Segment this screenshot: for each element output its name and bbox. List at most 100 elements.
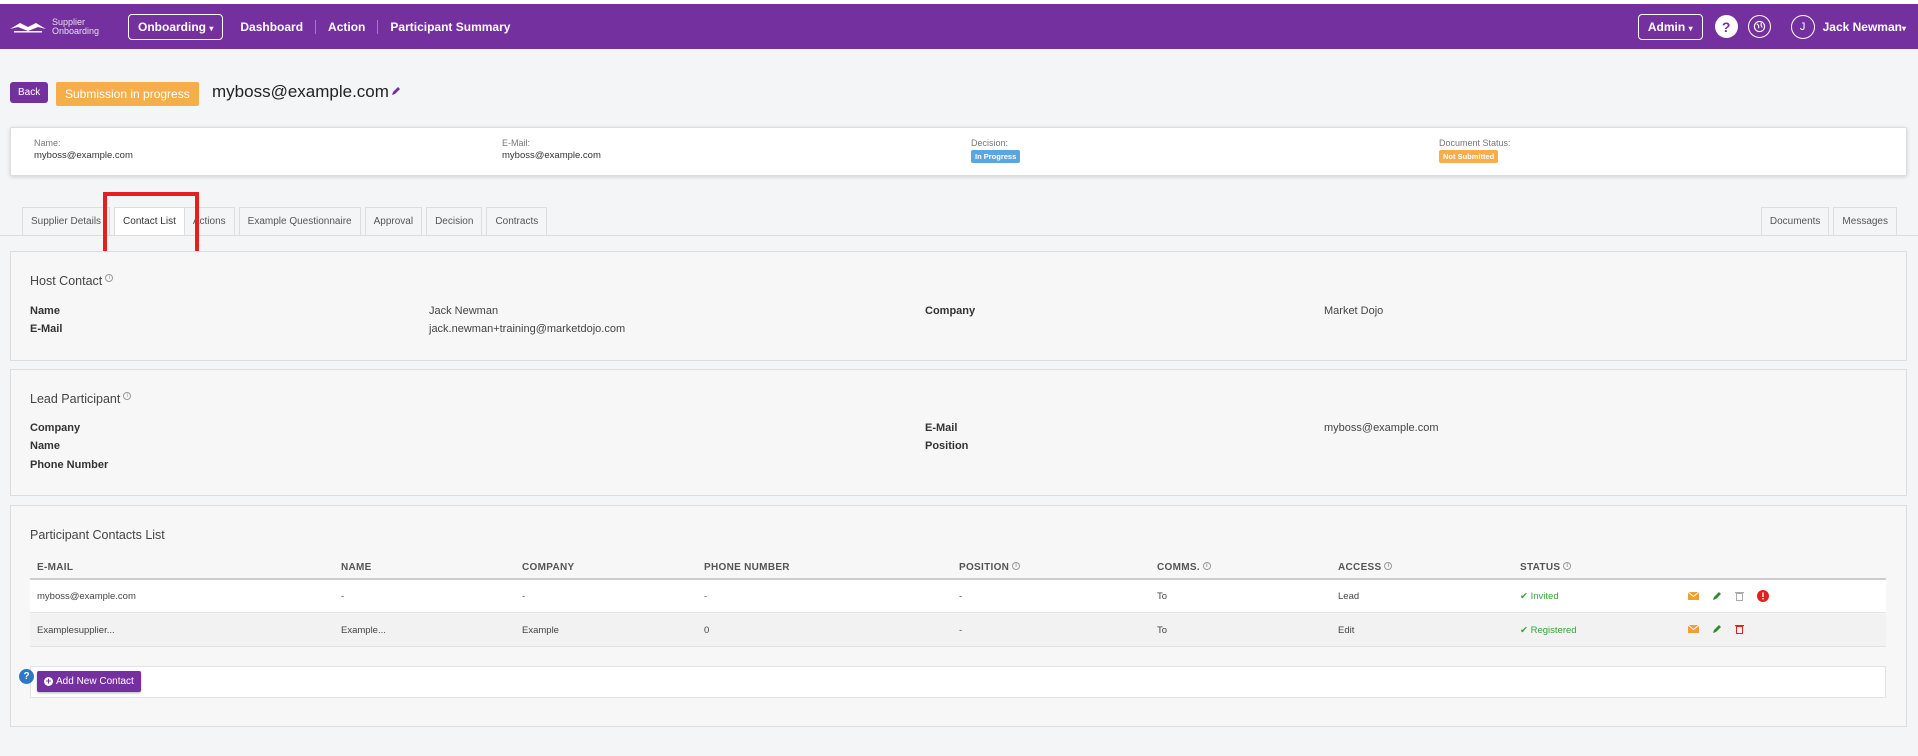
host-contact-title-text: Host Contact [30, 274, 103, 288]
column-phone: PHONE NUMBER [704, 562, 790, 573]
cell-email: Examplesupplier... [37, 625, 115, 636]
lead-participant-title: Lead Participant i [30, 392, 132, 406]
host-name-value: Jack Newman [429, 305, 499, 317]
tab-documents[interactable]: Documents [1760, 207, 1830, 235]
add-new-contact-button[interactable]: + Add New Contact [37, 671, 141, 692]
host-email-label: E-Mail [30, 323, 63, 335]
add-new-contact-label: Add New Contact [56, 676, 134, 687]
lead-participant-panel: Lead Participant i Company Name Phone Num… [10, 369, 1907, 496]
host-company-value: Market Dojo [1324, 305, 1384, 317]
back-button[interactable]: Back [10, 82, 49, 103]
document-status-badge: Not Submitted [1439, 150, 1499, 163]
tab-contracts[interactable]: Contracts [486, 207, 548, 235]
column-comms-label: COMMS. [1157, 562, 1200, 573]
lead-name-label: Name [30, 440, 60, 452]
plus-circle-icon: + [44, 676, 53, 686]
cell-name: - [341, 591, 345, 602]
cell-email: myboss@example.com [37, 591, 136, 602]
tab-decision[interactable]: Decision [426, 207, 483, 235]
cell-status: ✔ Invited [1520, 591, 1559, 602]
cell-access: Lead [1338, 591, 1360, 602]
cell-phone: 0 [704, 625, 710, 636]
alert-icon[interactable] [1757, 590, 1769, 602]
column-access-label: ACCESS [1338, 562, 1382, 573]
info-icon[interactable]: i [1012, 562, 1021, 570]
admin-dropdown-label: Admin [1647, 19, 1686, 34]
column-access: ACCESS i [1338, 562, 1393, 573]
summary-email-label: E-Mail: [502, 138, 531, 148]
host-company-label: Company [925, 305, 976, 317]
top-navbar: Supplier Onboarding Onboarding ▾ Dashboa… [0, 4, 1918, 49]
lead-participant-title-text: Lead Participant [30, 392, 121, 406]
help-icon[interactable]: ? [1714, 15, 1738, 38]
lead-phone-label: Phone Number [30, 459, 109, 471]
user-menu[interactable]: Jack Newman▾ [1823, 20, 1906, 34]
envelope-icon[interactable] [1688, 625, 1699, 633]
globe-icon[interactable] [1747, 15, 1771, 38]
user-name: Jack Newman [1822, 19, 1902, 34]
trash-icon[interactable] [1735, 624, 1744, 634]
summary-name-value: myboss@example.com [34, 150, 133, 161]
cell-access: Edit [1338, 625, 1355, 636]
row-actions [1688, 624, 1757, 634]
admin-dropdown[interactable]: Admin ▾ [1637, 13, 1703, 40]
info-icon[interactable]: i [1202, 562, 1211, 570]
cell-status-text: Invited [1530, 591, 1559, 602]
cell-company: - [522, 591, 526, 602]
trash-icon[interactable] [1735, 591, 1744, 601]
info-icon[interactable]: i [105, 274, 114, 282]
nav-participant-summary[interactable]: Participant Summary [377, 19, 522, 34]
pencil-icon[interactable] [391, 86, 401, 96]
add-contact-row: + Add New Contact [30, 666, 1886, 698]
table-row: Examplesupplier... Example... Example 0 … [30, 614, 1886, 647]
edit-icon[interactable] [1712, 624, 1722, 634]
tab-bar: Supplier Details Contact List Actions Ex… [22, 207, 551, 235]
cell-comms: To [1157, 591, 1168, 602]
participant-contacts-panel: Participant Contacts List E-MAIL NAME CO… [10, 505, 1907, 727]
module-dropdown-label: Onboarding [138, 19, 206, 34]
logo-icon [10, 22, 46, 32]
page-title: myboss@example.com [212, 82, 389, 101]
lead-email-label: E-Mail [925, 422, 958, 434]
summary-email-value: myboss@example.com [502, 150, 601, 161]
summary-document-label: Document Status: [1439, 138, 1511, 148]
summary-decision-label: Decision: [971, 138, 1009, 148]
edit-icon[interactable] [1712, 591, 1722, 601]
nav-action[interactable]: Action [315, 19, 377, 34]
cell-position: - [959, 625, 963, 636]
lead-email-value: myboss@example.com [1324, 422, 1439, 434]
info-icon[interactable]: i [1563, 562, 1572, 570]
column-company: COMPANY [522, 562, 575, 573]
module-dropdown[interactable]: Onboarding ▾ [128, 13, 224, 40]
nav-dashboard[interactable]: Dashboard [228, 20, 315, 34]
question-icon[interactable]: ? [19, 669, 34, 684]
tab-example-questionnaire[interactable]: Example Questionnaire [238, 207, 361, 235]
logo-text-line2: Onboarding [52, 25, 100, 36]
participant-contacts-title: Participant Contacts List [30, 528, 165, 542]
envelope-icon[interactable] [1688, 592, 1699, 600]
summary-name: Name: myboss@example.com [34, 138, 133, 161]
cell-phone: - [704, 591, 708, 602]
tab-messages[interactable]: Messages [1833, 207, 1897, 235]
cell-company: Example [522, 625, 559, 636]
host-contact-panel: Host Contact i Name Jack Newman Company M… [10, 251, 1907, 361]
summary-card: Name: myboss@example.com E-Mail: myboss@… [10, 127, 1907, 176]
tab-supplier-details[interactable]: Supplier Details [22, 207, 111, 235]
lead-company-label: Company [30, 422, 81, 434]
tab-approval[interactable]: Approval [364, 207, 423, 235]
decision-badge: In Progress [971, 150, 1021, 163]
summary-name-label: Name: [34, 138, 61, 148]
column-status: STATUS i [1520, 562, 1572, 573]
column-position-label: POSITION [959, 562, 1010, 573]
cell-name: Example... [341, 625, 386, 636]
info-icon[interactable]: i [123, 392, 132, 400]
column-email: E-MAIL [37, 562, 74, 573]
tab-bar-right: Documents Messages [1760, 207, 1897, 235]
check-icon: ✔ [1520, 591, 1528, 602]
info-icon[interactable]: i [1384, 562, 1393, 570]
host-contact-title: Host Contact i [30, 274, 114, 288]
avatar[interactable]: J [1790, 14, 1815, 39]
column-status-label: STATUS [1520, 562, 1561, 573]
app-logo[interactable]: Supplier Onboarding [8, 17, 108, 37]
cell-status-text: Registered [1530, 625, 1577, 636]
